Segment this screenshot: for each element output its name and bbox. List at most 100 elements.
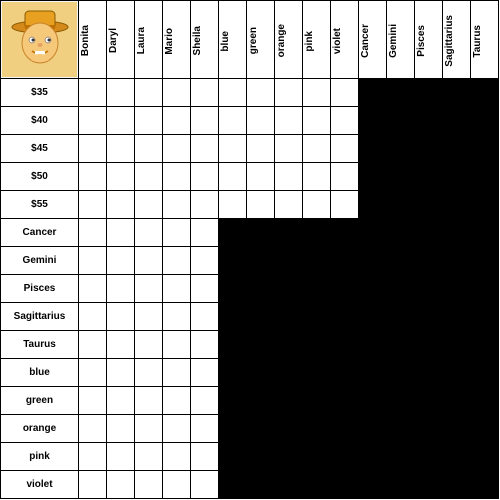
puzzle-cell[interactable] (135, 247, 163, 275)
puzzle-cell[interactable] (135, 359, 163, 387)
puzzle-cell[interactable] (331, 191, 359, 219)
puzzle-cell[interactable] (275, 107, 303, 135)
puzzle-cell[interactable] (163, 331, 191, 359)
puzzle-cell[interactable] (331, 107, 359, 135)
puzzle-cell[interactable] (163, 219, 191, 247)
puzzle-cell[interactable] (247, 135, 275, 163)
puzzle-cell[interactable] (135, 275, 163, 303)
puzzle-cell[interactable] (107, 331, 135, 359)
puzzle-cell[interactable] (303, 79, 331, 107)
puzzle-cell[interactable] (107, 303, 135, 331)
puzzle-cell[interactable] (79, 135, 107, 163)
puzzle-cell[interactable] (191, 79, 219, 107)
puzzle-cell[interactable] (303, 191, 331, 219)
puzzle-cell[interactable] (135, 303, 163, 331)
puzzle-cell[interactable] (135, 107, 163, 135)
puzzle-cell[interactable] (163, 303, 191, 331)
puzzle-cell[interactable] (191, 107, 219, 135)
puzzle-cell[interactable] (163, 247, 191, 275)
puzzle-cell[interactable] (107, 219, 135, 247)
puzzle-cell[interactable] (163, 471, 191, 499)
puzzle-cell[interactable] (191, 163, 219, 191)
puzzle-cell[interactable] (275, 135, 303, 163)
puzzle-cell[interactable] (163, 415, 191, 443)
puzzle-cell[interactable] (135, 219, 163, 247)
puzzle-cell[interactable] (107, 135, 135, 163)
puzzle-cell[interactable] (191, 247, 219, 275)
puzzle-cell[interactable] (135, 135, 163, 163)
puzzle-cell[interactable] (191, 303, 219, 331)
puzzle-cell[interactable] (107, 191, 135, 219)
puzzle-cell[interactable] (107, 359, 135, 387)
puzzle-cell[interactable] (135, 191, 163, 219)
puzzle-cell[interactable] (163, 443, 191, 471)
puzzle-cell[interactable] (163, 107, 191, 135)
puzzle-cell[interactable] (79, 247, 107, 275)
puzzle-cell[interactable] (191, 275, 219, 303)
puzzle-cell[interactable] (219, 107, 247, 135)
puzzle-cell[interactable] (331, 163, 359, 191)
puzzle-cell[interactable] (191, 415, 219, 443)
puzzle-cell[interactable] (247, 79, 275, 107)
puzzle-cell[interactable] (79, 359, 107, 387)
puzzle-cell[interactable] (275, 163, 303, 191)
puzzle-cell[interactable] (163, 359, 191, 387)
puzzle-cell[interactable] (163, 163, 191, 191)
puzzle-cell[interactable] (219, 191, 247, 219)
puzzle-cell[interactable] (135, 387, 163, 415)
puzzle-cell[interactable] (135, 471, 163, 499)
puzzle-cell[interactable] (79, 107, 107, 135)
puzzle-cell[interactable] (163, 387, 191, 415)
puzzle-cell[interactable] (107, 275, 135, 303)
puzzle-cell[interactable] (107, 107, 135, 135)
puzzle-cell[interactable] (247, 191, 275, 219)
puzzle-cell[interactable] (191, 191, 219, 219)
puzzle-cell[interactable] (191, 135, 219, 163)
puzzle-cell[interactable] (135, 79, 163, 107)
puzzle-cell[interactable] (331, 135, 359, 163)
puzzle-cell[interactable] (191, 443, 219, 471)
puzzle-cell[interactable] (79, 303, 107, 331)
puzzle-cell[interactable] (79, 163, 107, 191)
puzzle-cell[interactable] (219, 163, 247, 191)
puzzle-cell[interactable] (135, 331, 163, 359)
puzzle-cell[interactable] (135, 443, 163, 471)
puzzle-cell[interactable] (163, 191, 191, 219)
puzzle-cell[interactable] (107, 415, 135, 443)
puzzle-cell[interactable] (79, 471, 107, 499)
puzzle-cell[interactable] (107, 471, 135, 499)
puzzle-cell[interactable] (79, 275, 107, 303)
puzzle-cell[interactable] (135, 163, 163, 191)
puzzle-cell[interactable] (79, 387, 107, 415)
puzzle-cell[interactable] (303, 163, 331, 191)
puzzle-cell[interactable] (191, 219, 219, 247)
puzzle-cell[interactable] (191, 359, 219, 387)
puzzle-cell[interactable] (79, 79, 107, 107)
puzzle-cell[interactable] (275, 79, 303, 107)
puzzle-cell[interactable] (219, 79, 247, 107)
puzzle-cell[interactable] (79, 331, 107, 359)
puzzle-cell[interactable] (191, 387, 219, 415)
puzzle-cell[interactable] (107, 443, 135, 471)
puzzle-cell[interactable] (79, 219, 107, 247)
puzzle-cell[interactable] (191, 471, 219, 499)
puzzle-cell[interactable] (303, 107, 331, 135)
puzzle-cell[interactable] (303, 135, 331, 163)
puzzle-cell[interactable] (247, 107, 275, 135)
puzzle-cell[interactable] (163, 275, 191, 303)
puzzle-cell[interactable] (79, 191, 107, 219)
puzzle-cell[interactable] (107, 79, 135, 107)
puzzle-cell[interactable] (163, 79, 191, 107)
puzzle-cell[interactable] (331, 79, 359, 107)
puzzle-cell[interactable] (107, 247, 135, 275)
puzzle-cell[interactable] (135, 415, 163, 443)
puzzle-cell[interactable] (247, 163, 275, 191)
puzzle-cell[interactable] (219, 135, 247, 163)
puzzle-cell[interactable] (191, 331, 219, 359)
puzzle-cell[interactable] (79, 443, 107, 471)
puzzle-cell[interactable] (107, 163, 135, 191)
puzzle-cell[interactable] (107, 387, 135, 415)
puzzle-cell[interactable] (163, 135, 191, 163)
puzzle-cell[interactable] (79, 415, 107, 443)
puzzle-cell[interactable] (275, 191, 303, 219)
